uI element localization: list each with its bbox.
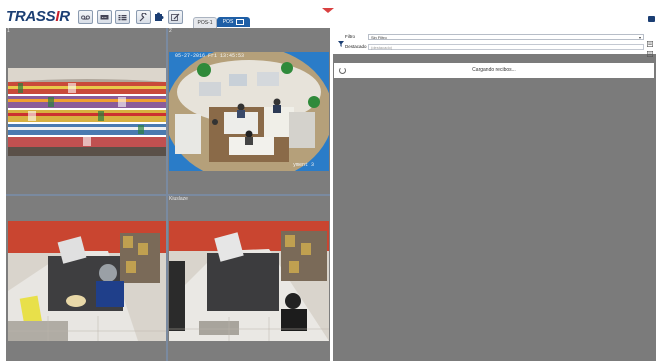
list-icon[interactable] (115, 10, 130, 24)
filter-bar: Filtro Sin Filtro ▾ Destacado (destacado… (333, 28, 656, 58)
loading-bar: Cargando recibos... (334, 63, 654, 78)
camera-feed-2: 05-27-2016 Fri 13:45:53 yment 3 (169, 52, 329, 171)
collapse-arrow-icon[interactable] (322, 8, 334, 13)
highlight-label: Destacado (345, 44, 367, 49)
camera-cell-4[interactable]: Kiuslaze (168, 196, 330, 361)
highlight-placeholder: (destacado) (371, 45, 393, 50)
filter-icon (338, 34, 344, 52)
highlight-edit-icon[interactable] (647, 44, 654, 58)
filter-value: Sin Filtro (371, 35, 387, 40)
camera-number: 2 (169, 28, 172, 34)
chevron-down-icon: ▾ (638, 35, 641, 40)
camera-feed-1 (8, 68, 166, 156)
camera-cell-1[interactable]: 1 (6, 28, 166, 194)
tab-pos[interactable]: POS (217, 17, 250, 27)
trassir-logo: TRASSIR (6, 8, 70, 25)
wrench-icon[interactable] (136, 10, 151, 24)
tab-window-icon (236, 18, 245, 25)
puzzle-icon[interactable] (152, 10, 165, 22)
camera-cell-3[interactable] (6, 196, 166, 361)
filter-label: Filtro (345, 34, 355, 39)
camera-feed-3 (8, 221, 166, 341)
camera-cell-2[interactable]: 2 05-27-2016 Fri 13:45:53 yment 3 (168, 28, 330, 194)
recorder-icon[interactable] (78, 10, 93, 24)
video-grid: 1 2 05-27-2016 Fri 13:45:53 yment 3 Kius… (6, 28, 330, 361)
tab-pos-1[interactable]: POS-1 (193, 17, 217, 28)
camera-number: 1 (7, 28, 10, 34)
loading-text: Cargando recibos... (472, 67, 516, 73)
window-menu-icon[interactable] (648, 16, 655, 22)
highlight-input[interactable]: (destacado) (368, 44, 644, 50)
camera-number: Kiuslaze (169, 196, 188, 202)
receipts-panel: Filtro Sin Filtro ▾ Destacado (destacado… (333, 28, 656, 361)
edit-icon[interactable] (168, 10, 183, 24)
camera-feed-4 (169, 221, 329, 341)
top-toolbar: TRASSIR POS-1 POS (0, 0, 656, 28)
camera-timestamp: 05-27-2016 Fri 13:45:53 (175, 53, 245, 59)
filter-select[interactable]: Sin Filtro ▾ (368, 34, 644, 40)
monitor-icon[interactable] (97, 10, 112, 24)
camera-caption: yment 3 (293, 162, 315, 168)
filter-edit-icon[interactable] (647, 34, 654, 48)
